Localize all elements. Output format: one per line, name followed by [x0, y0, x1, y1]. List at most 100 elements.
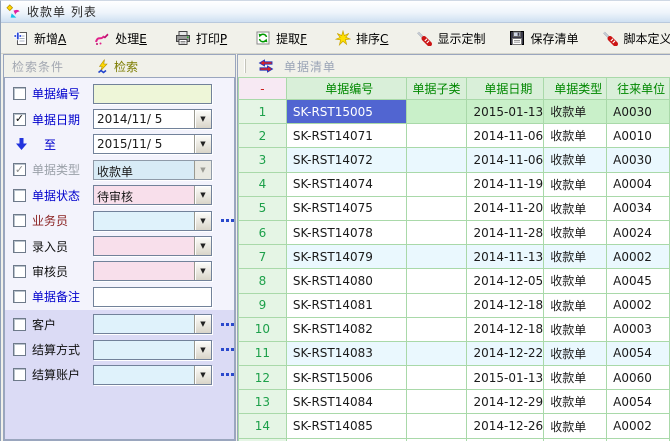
unit-cell[interactable]: A0054 [607, 342, 670, 366]
filter-value[interactable]: 2014/11/ 5 [94, 110, 194, 128]
doc-type-cell[interactable]: 收款单 [544, 366, 607, 390]
unit-cell[interactable]: A0002 [607, 245, 670, 269]
doc-type-cell[interactable]: 收款单 [544, 318, 607, 342]
doc-type-cell[interactable]: 收款单 [544, 197, 607, 221]
doc-date-cell[interactable]: 2014-12-18 [467, 318, 544, 342]
doc-subtype-cell[interactable] [407, 390, 468, 414]
ellipsis-button[interactable] [221, 348, 234, 351]
doc-type-cell[interactable]: 收款单 [544, 124, 607, 148]
doc-number-cell[interactable]: SK-RST14074 [287, 173, 407, 197]
combo-arrow-button[interactable]: ▼ [194, 110, 211, 128]
filter-checkbox[interactable]: ✓ [13, 368, 26, 381]
filter-checkbox[interactable]: ✓ [13, 265, 26, 278]
extract-button[interactable]: 提取F [251, 27, 311, 50]
doc-type-cell[interactable]: 收款单 [544, 269, 607, 293]
doc-date-cell[interactable]: 2014-12-22 [467, 342, 544, 366]
filter-value[interactable] [94, 341, 194, 359]
doc-date-cell[interactable]: 2015-01-13 [467, 366, 544, 390]
doc-date-cell[interactable]: 2014-11-13 [467, 245, 544, 269]
filter-checkbox[interactable]: ✓ [13, 163, 26, 176]
filter-checkbox[interactable]: ✓ [13, 113, 26, 126]
doc-subtype-cell[interactable] [407, 294, 468, 318]
unit-cell[interactable]: A0060 [607, 366, 670, 390]
doc-date-cell[interactable]: 2014-12-26 [467, 414, 544, 438]
unit-cell[interactable]: A0054 [607, 390, 670, 414]
filter-checkbox[interactable]: ✓ [13, 87, 26, 100]
table-row[interactable]: 13 SK-RST14084 2014-12-29 收款单 A0054 [239, 390, 670, 414]
doc-subtype-cell[interactable] [407, 124, 468, 148]
doc-number-cell[interactable]: SK-RST14085 [287, 414, 407, 438]
filter-checkbox[interactable]: ✓ [13, 189, 26, 202]
table-row[interactable]: 14 SK-RST14085 2014-12-26 收款单 A0002 [239, 414, 670, 438]
table-row[interactable]: 9 SK-RST14081 2014-12-18 收款单 A0002 [239, 294, 670, 318]
new-button[interactable]: 新增A [9, 27, 70, 50]
doc-type-cell[interactable]: 收款单 [544, 245, 607, 269]
doc-type-cell[interactable]: 收款单 [544, 148, 607, 172]
filter-value[interactable]: 2015/11/ 5 [94, 135, 194, 153]
table-row[interactable]: 8 SK-RST14080 2014-12-05 收款单 A0045 [239, 269, 670, 293]
unit-cell[interactable]: A0002 [607, 414, 670, 438]
unit-cell[interactable]: A0030 [607, 148, 670, 172]
doc-date-cell[interactable]: 2014-11-19 [467, 173, 544, 197]
unit-cell[interactable]: A0045 [607, 269, 670, 293]
filter-value[interactable]: 待审核 [94, 186, 194, 204]
filter-value[interactable] [94, 237, 194, 255]
doc-subtype-cell[interactable] [407, 269, 468, 293]
filter-checkbox[interactable]: ✓ [13, 240, 26, 253]
doc-date-cell[interactable]: 2014-11-06 [467, 124, 544, 148]
doc-number-cell[interactable]: SK-RST14079 [287, 245, 407, 269]
ellipsis-button[interactable] [221, 373, 234, 376]
combo-arrow-button[interactable]: ▼ [194, 366, 211, 384]
doc-subtype-cell[interactable] [407, 318, 468, 342]
filter-value[interactable] [94, 288, 211, 306]
unit-cell[interactable]: A0003 [607, 318, 670, 342]
doc-subtype-cell[interactable] [407, 221, 468, 245]
doc-date-cell[interactable]: 2014-12-18 [467, 294, 544, 318]
doc-type-cell[interactable]: 收款单 [544, 390, 607, 414]
doc-subtype-cell[interactable] [407, 245, 468, 269]
ellipsis-button[interactable] [221, 323, 234, 326]
filter-value[interactable] [94, 366, 194, 384]
unit-cell[interactable]: A0010 [607, 124, 670, 148]
display-customize-button[interactable]: 显示定制 [412, 27, 489, 50]
doc-type-cell[interactable]: 收款单 [544, 342, 607, 366]
sort-button[interactable]: 排序C [331, 27, 392, 50]
doc-number-cell[interactable]: SK-RST15005 [287, 100, 407, 124]
unit-cell[interactable]: A0004 [607, 173, 670, 197]
doc-date-cell[interactable]: 2014-12-05 [467, 269, 544, 293]
filter-value[interactable]: 收款单 [94, 161, 194, 179]
table-row[interactable]: 11 SK-RST14083 2014-12-22 收款单 A0054 [239, 342, 670, 366]
doc-subtype-cell[interactable] [407, 197, 468, 221]
unit-cell[interactable]: A0030 [607, 100, 670, 124]
doc-number-cell[interactable]: SK-RST15006 [287, 366, 407, 390]
doc-date-cell[interactable]: 2014-12-29 [467, 390, 544, 414]
doc-type-cell[interactable]: 收款单 [544, 294, 607, 318]
table-row[interactable]: 6 SK-RST14078 2014-11-28 收款单 A0024 [239, 221, 670, 245]
filter-value[interactable] [94, 262, 194, 280]
filter-checkbox[interactable]: ✓ [13, 214, 26, 227]
table-row[interactable]: 1 SK-RST15005 2015-01-13 收款单 A0030 [239, 100, 670, 124]
doc-subtype-cell[interactable] [407, 148, 468, 172]
search-button[interactable]: 检索 [96, 58, 138, 75]
table-row[interactable]: 10 SK-RST14082 2014-12-18 收款单 A0003 [239, 318, 670, 342]
doc-number-cell[interactable]: SK-RST14078 [287, 221, 407, 245]
doc-number-cell[interactable]: SK-RST14082 [287, 318, 407, 342]
filter-checkbox[interactable]: ✓ [13, 318, 26, 331]
column-header-unit[interactable]: 往来单位 [607, 78, 670, 100]
combo-arrow-button[interactable]: ▼ [194, 186, 211, 204]
doc-number-cell[interactable]: SK-RST14080 [287, 269, 407, 293]
doc-subtype-cell[interactable] [407, 414, 468, 438]
table-row[interactable]: 5 SK-RST14075 2014-11-20 收款单 A0034 [239, 197, 670, 221]
doc-number-cell[interactable]: SK-RST14083 [287, 342, 407, 366]
combo-arrow-button[interactable]: ▼ [194, 212, 211, 230]
filter-value[interactable] [94, 315, 194, 333]
doc-number-cell[interactable]: SK-RST14075 [287, 197, 407, 221]
doc-type-cell[interactable]: 收款单 [544, 414, 607, 438]
column-header-doc-number[interactable]: 单据编号 [287, 78, 407, 100]
filter-value[interactable] [94, 212, 194, 230]
doc-date-cell[interactable]: 2014-11-20 [467, 197, 544, 221]
table-row[interactable]: 2 SK-RST14071 2014-11-06 收款单 A0010 [239, 124, 670, 148]
doc-subtype-cell[interactable] [407, 173, 468, 197]
combo-arrow-button[interactable]: ▼ [194, 341, 211, 359]
column-header-index[interactable]: - [239, 78, 287, 100]
